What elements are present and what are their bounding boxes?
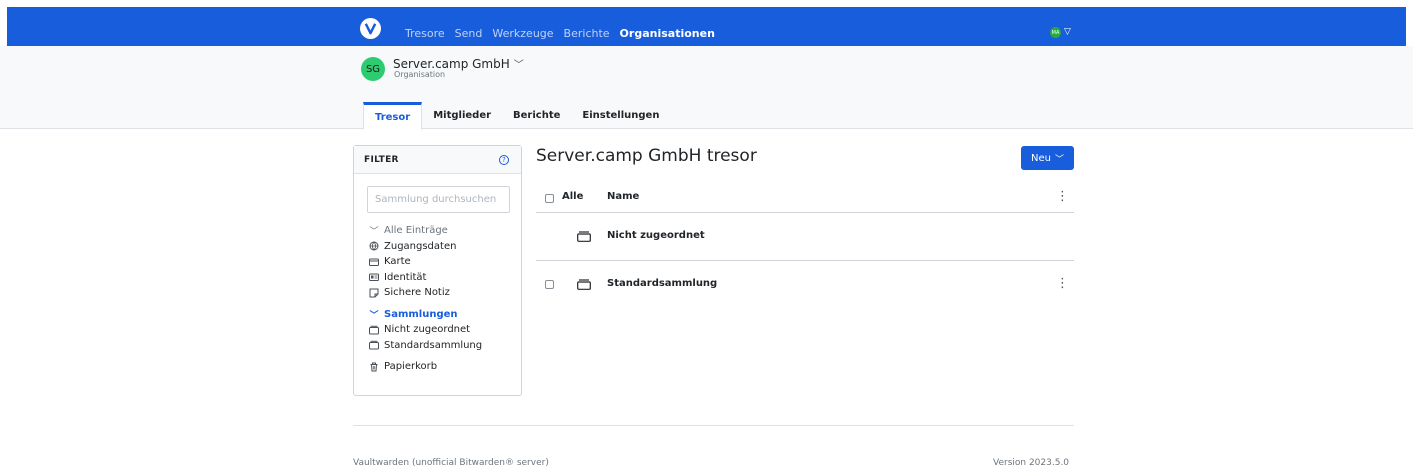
tab-einstellungen[interactable]: Einstellungen xyxy=(571,102,670,129)
nav-werkzeuge[interactable]: Werkzeuge xyxy=(492,27,553,40)
main-nav: Tresore Send Werkzeuge Berichte Organisa… xyxy=(405,27,715,40)
filter-type-label: Zugangsdaten xyxy=(384,240,457,252)
folder-icon xyxy=(369,340,379,350)
filter-collection-default[interactable]: Standardsammlung xyxy=(369,338,514,354)
folder-icon xyxy=(577,231,591,242)
more-options-icon[interactable]: ⋮ xyxy=(1056,190,1069,203)
select-all-checkbox[interactable] xyxy=(545,194,554,203)
filter-collections-group[interactable]: ﹀ Sammlungen xyxy=(369,307,514,323)
filter-collection-unassigned[interactable]: Nicht zugeordnet xyxy=(369,322,514,338)
folder-icon xyxy=(369,325,379,335)
id-card-icon xyxy=(369,272,379,282)
page-title: Server.camp GmbH tresor xyxy=(536,146,757,166)
top-navbar: Tresore Send Werkzeuge Berichte Organisa… xyxy=(7,7,1406,46)
footer-divider xyxy=(353,425,1074,426)
collection-name[interactable]: Standardsammlung xyxy=(607,278,717,289)
org-avatar: SG xyxy=(361,57,385,81)
table-row[interactable]: Nicht zugeordnet xyxy=(536,213,1074,261)
filter-collection-label: Standardsammlung xyxy=(384,339,483,351)
filter-trash-label: Papierkorb xyxy=(384,361,438,373)
user-menu[interactable]: MA ▽ xyxy=(1050,27,1071,38)
chevron-down-icon: ▽ xyxy=(1064,27,1071,37)
nav-tresore[interactable]: Tresore xyxy=(405,27,445,40)
filter-all-items-label: Alle Einträge xyxy=(384,225,448,237)
credit-card-icon xyxy=(369,257,379,267)
footer-version: Version 2023.5.0 xyxy=(993,458,1070,468)
chevron-down-icon: ﹀ xyxy=(369,227,379,238)
nav-berichte[interactable]: Berichte xyxy=(564,27,610,40)
filter-trash[interactable]: Papierkorb xyxy=(369,359,514,375)
org-header xyxy=(0,46,1413,129)
table-header: Alle Name ⋮ xyxy=(536,185,1074,213)
folder-icon xyxy=(577,279,591,290)
table-row[interactable]: Standardsammlung ⋮ xyxy=(536,261,1074,309)
filter-type-secure-note[interactable]: Sichere Notiz xyxy=(369,285,514,301)
chevron-down-icon: ﹀ xyxy=(513,60,524,71)
collection-search-input[interactable] xyxy=(367,186,510,213)
filter-all-items[interactable]: ﹀ Alle Einträge xyxy=(369,223,514,239)
collection-name[interactable]: Nicht zugeordnet xyxy=(607,230,705,241)
tab-berichte[interactable]: Berichte xyxy=(502,102,571,129)
globe-icon xyxy=(369,241,379,251)
filter-list: ﹀ Alle Einträge Zugangsdaten Karte Ident… xyxy=(369,223,514,375)
tab-tresor[interactable]: Tresor xyxy=(363,102,423,130)
filter-type-login[interactable]: Zugangsdaten xyxy=(369,239,514,255)
new-button-label: Neu xyxy=(1031,152,1051,164)
filter-type-label: Identität xyxy=(384,271,427,283)
chevron-down-icon: ﹀ xyxy=(1054,154,1064,165)
chevron-down-icon: ﹀ xyxy=(369,310,379,321)
new-button[interactable]: Neu ﹀ xyxy=(1021,146,1074,170)
filter-panel: FILTER ? ﹀ Alle Einträge Zugangsdaten Ka… xyxy=(353,145,522,396)
trash-icon xyxy=(369,362,379,372)
filter-type-label: Karte xyxy=(384,256,411,268)
sticky-note-icon xyxy=(369,288,379,298)
column-header-name[interactable]: Name xyxy=(607,191,639,202)
more-options-icon[interactable]: ⋮ xyxy=(1056,277,1069,290)
filter-type-card[interactable]: Karte xyxy=(369,254,514,270)
tab-mitglieder[interactable]: Mitglieder xyxy=(422,102,502,129)
filter-header: FILTER ? xyxy=(354,146,521,174)
org-name: Server.camp GmbH xyxy=(393,57,510,71)
org-subtitle: Organisation xyxy=(394,70,446,79)
nav-send[interactable]: Send xyxy=(455,27,483,40)
user-avatar: MA xyxy=(1050,27,1061,38)
org-switcher[interactable]: Server.camp GmbH ﹀ xyxy=(393,56,524,71)
filter-title: FILTER xyxy=(364,154,399,165)
row-checkbox[interactable] xyxy=(545,280,554,289)
help-icon[interactable]: ? xyxy=(499,154,509,165)
filter-type-label: Sichere Notiz xyxy=(384,287,450,299)
nav-organisationen[interactable]: Organisationen xyxy=(620,27,715,40)
footer-server-info: Vaultwarden (unofficial Bitwarden® serve… xyxy=(353,458,549,468)
select-all-label[interactable]: Alle xyxy=(562,191,583,202)
filter-type-identity[interactable]: Identität xyxy=(369,270,514,286)
org-tabs: Tresor Mitglieder Berichte Einstellungen xyxy=(363,102,670,130)
filter-collection-label: Nicht zugeordnet xyxy=(384,324,471,336)
bitwarden-logo-icon[interactable] xyxy=(360,18,381,39)
filter-collections-label: Sammlungen xyxy=(384,308,458,320)
